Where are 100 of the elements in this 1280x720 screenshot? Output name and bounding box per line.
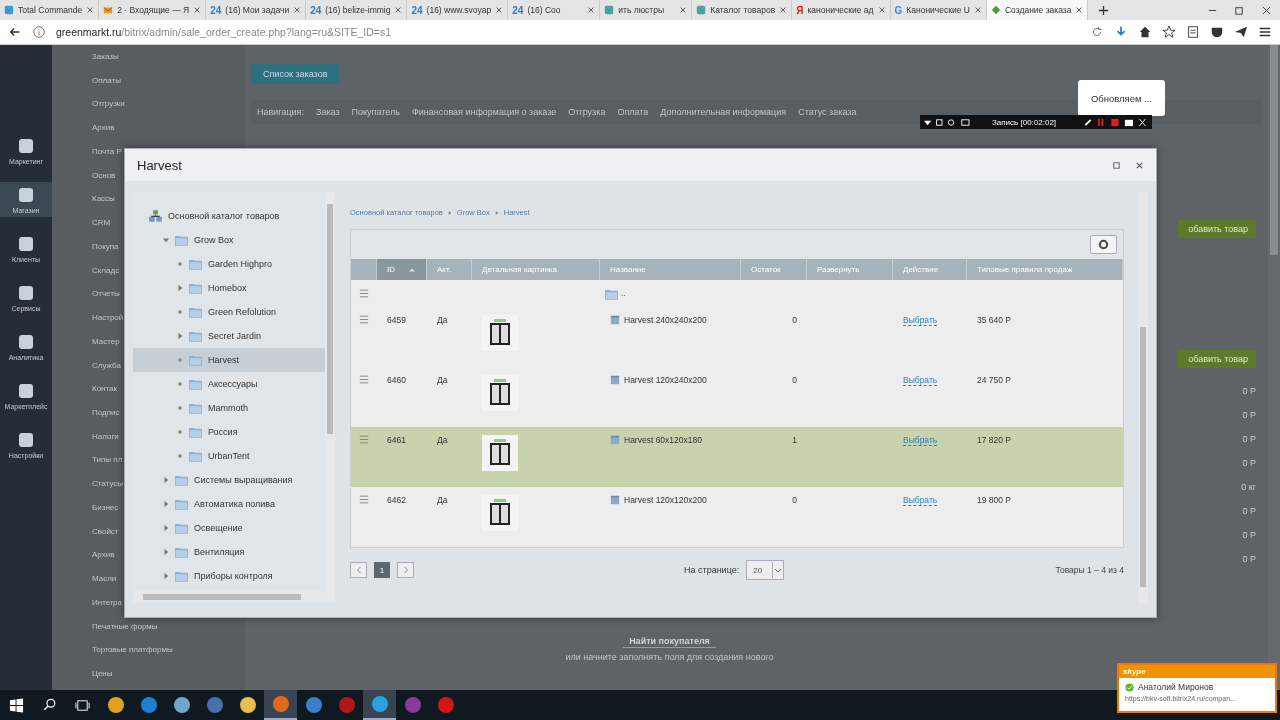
drag-handle-icon[interactable]: [359, 495, 369, 504]
expander-icon[interactable]: [163, 501, 169, 507]
browser-tab[interactable]: Создание заказа: [987, 0, 1089, 20]
table-row[interactable]: 6461 Да Harvest 60x120x180 1 Выбрать 17 820 Р: [351, 427, 1123, 487]
tree-item[interactable]: Россия: [133, 420, 325, 444]
select-link[interactable]: Выбрать: [903, 495, 938, 506]
close-icon[interactable]: [495, 6, 504, 14]
tree-item[interactable]: UrbanTent: [133, 444, 325, 468]
tree-item[interactable]: Grow Box: [133, 228, 325, 252]
maximize-icon[interactable]: [1112, 160, 1121, 170]
tree-item[interactable]: Homebox: [133, 276, 325, 300]
tree-item[interactable]: Вентиляция: [133, 540, 325, 564]
recorder-controls-icon[interactable]: [1082, 117, 1148, 127]
menu-item[interactable]: Архив: [92, 120, 245, 144]
navigation-link[interactable]: Финансовая информация о заказе: [411, 107, 557, 117]
add-product-button[interactable]: обавить товар: [1178, 220, 1256, 238]
navigation-link[interactable]: Отгрузка: [568, 107, 606, 117]
drag-handle-icon[interactable]: [359, 435, 369, 444]
navigation-link[interactable]: Заказ: [315, 107, 340, 117]
close-icon[interactable]: [974, 6, 982, 14]
close-icon[interactable]: [1135, 160, 1144, 170]
expander-icon[interactable]: [163, 573, 169, 579]
scrollbar[interactable]: [133, 591, 335, 603]
tree-item[interactable]: Приборы контроля: [133, 564, 325, 588]
tree-item[interactable]: Garden Highpro: [133, 252, 325, 276]
close-icon[interactable]: [1075, 6, 1084, 14]
find-buyer-button[interactable]: Найти покупателя: [623, 635, 716, 648]
column-header[interactable]: Остаток: [741, 259, 807, 280]
browser-tab[interactable]: 2 · Входящие — Я: [99, 0, 207, 20]
column-header[interactable]: Типовые правила продаж: [967, 259, 1123, 280]
taskbar-app[interactable]: [363, 690, 396, 720]
navigation-link[interactable]: Статус заказа: [798, 107, 857, 117]
close-icon[interactable]: [293, 6, 302, 14]
settings-button[interactable]: [1090, 235, 1117, 254]
restore-icon[interactable]: [1234, 4, 1245, 16]
menu-icon[interactable]: [1258, 25, 1272, 39]
expander-icon[interactable]: [177, 333, 183, 339]
close-icon[interactable]: [193, 6, 202, 14]
table-row[interactable]: 6459 Да Harvest 240x240x200 0 Выбрать 35 640 Р: [351, 307, 1123, 367]
expander-icon[interactable]: [163, 549, 169, 555]
star-icon[interactable]: [1162, 25, 1176, 39]
column-header[interactable]: Развернуть: [807, 259, 893, 280]
menu-item[interactable]: Торговые платформы: [92, 642, 245, 667]
browser-tab[interactable]: 24 (16) Соо: [508, 0, 601, 20]
drag-handle-icon[interactable]: [359, 375, 369, 384]
table-row[interactable]: 6462 Да Harvest 120x120x200 0 Выбрать 19 800 Р: [351, 487, 1123, 547]
add-product-button[interactable]: обавить товар: [1178, 350, 1256, 368]
expander-icon[interactable]: [163, 525, 169, 531]
tree-item[interactable]: Автоматика полива: [133, 492, 325, 516]
select-link[interactable]: Выбрать: [903, 315, 938, 326]
close-icon[interactable]: [679, 6, 688, 14]
menu-item[interactable]: Печатные формы: [92, 618, 245, 643]
tree-item[interactable]: Green Refolution: [133, 300, 325, 324]
navigation-link[interactable]: Оплата: [617, 107, 649, 117]
table-cell[interactable]: ..: [621, 289, 626, 298]
close-icon[interactable]: [1261, 4, 1272, 16]
url-field[interactable]: greenmarkt.ru/bitrix/admin/sale_order_create.php?lang=ru&SITE_ID=s1: [56, 26, 391, 38]
tree-item[interactable]: Освещение: [133, 516, 325, 540]
tree-item[interactable]: Системы выращивания: [133, 468, 325, 492]
column-header[interactable]: Акт.: [427, 259, 472, 280]
home-icon[interactable]: [1138, 25, 1152, 39]
tree-item[interactable]: Основной каталог товаров: [133, 204, 325, 228]
column-header[interactable]: Название: [600, 259, 741, 280]
browser-tab[interactable]: 24 (16) belize-immig: [306, 0, 408, 20]
tree-item[interactable]: Secret Jardin: [133, 324, 325, 348]
back-icon[interactable]: [8, 25, 22, 39]
select-link[interactable]: Выбрать: [903, 375, 938, 386]
menu-item[interactable]: Оплаты: [92, 72, 245, 97]
browser-tab[interactable]: ить люстры: [600, 0, 693, 20]
browser-tab[interactable]: Total Commande: [0, 0, 100, 20]
column-header[interactable]: Детальная картинка: [472, 259, 600, 280]
expander-icon[interactable]: [163, 237, 169, 243]
scrollbar[interactable]: [325, 192, 335, 591]
taskbar-app[interactable]: [264, 690, 297, 720]
orders-list-button[interactable]: Список заказов: [251, 64, 340, 84]
navigation-link[interactable]: Дополнительная информация: [660, 107, 787, 117]
close-icon[interactable]: [779, 6, 788, 14]
menu-item[interactable]: Отгрузки: [92, 96, 245, 121]
table-row[interactable]: ..: [351, 280, 1123, 307]
close-icon[interactable]: [86, 6, 95, 14]
column-header[interactable]: ID: [377, 259, 427, 280]
scrollbar[interactable]: [1268, 45, 1280, 690]
tree-item[interactable]: Mammoth: [133, 396, 325, 420]
navigation-link[interactable]: Покупатель: [351, 107, 400, 117]
send-icon[interactable]: [1234, 25, 1248, 39]
page-button[interactable]: 1: [374, 562, 390, 578]
close-icon[interactable]: [394, 6, 403, 14]
menu-item[interactable]: Заказы: [92, 49, 245, 73]
tree-item[interactable]: Harvest: [133, 348, 325, 372]
expander-icon[interactable]: [177, 285, 183, 291]
tree-item[interactable]: Аксессуары: [133, 372, 325, 396]
drag-handle-icon[interactable]: [359, 315, 369, 324]
expander-icon[interactable]: [163, 477, 169, 483]
browser-tab[interactable]: Каталог товаров: [692, 0, 793, 20]
column-header[interactable]: Действие: [893, 259, 967, 280]
scrollbar[interactable]: [1138, 192, 1148, 603]
new-tab-icon[interactable]: [1098, 4, 1110, 16]
reload-icon[interactable]: [1090, 25, 1104, 39]
reader-icon[interactable]: [1186, 25, 1200, 39]
table-row[interactable]: 6460 Да Harvest 120x240x200 0 Выбрать 24 750 Р: [351, 367, 1123, 427]
